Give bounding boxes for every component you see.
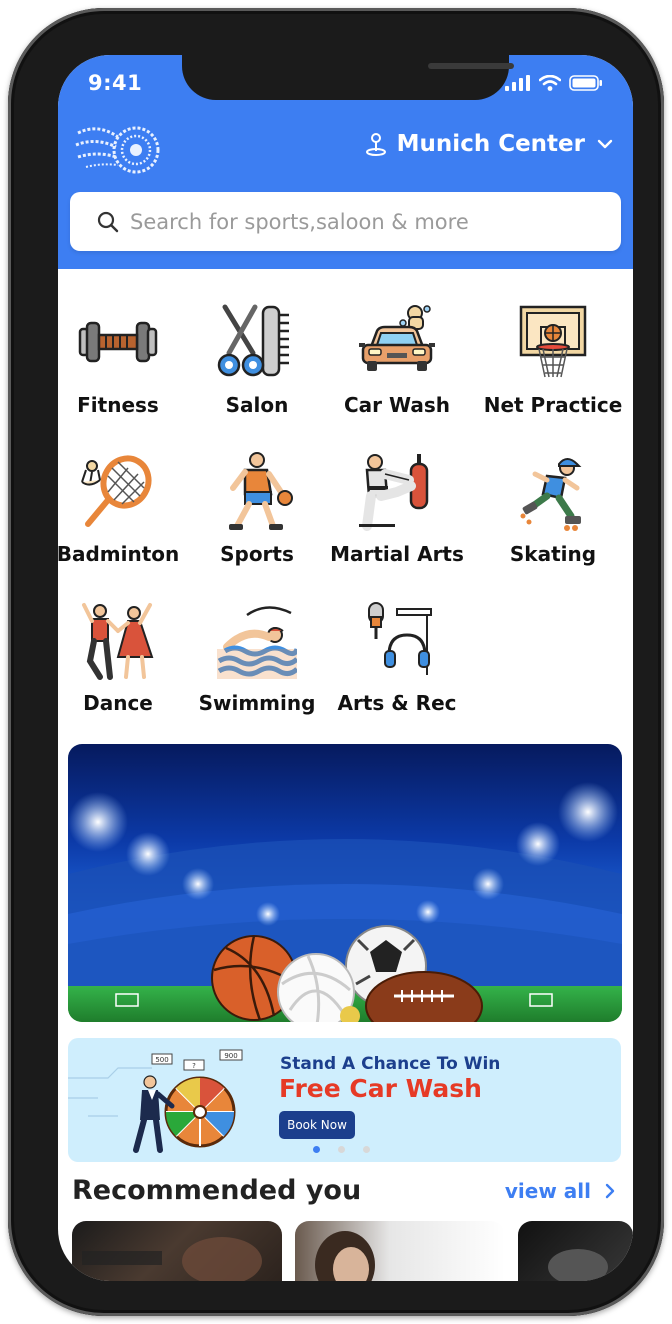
map-pin-icon bbox=[365, 133, 386, 156]
promo-headline: Stand A Chance To Win bbox=[280, 1054, 501, 1074]
dancers-icon bbox=[82, 603, 154, 680]
battery-icon bbox=[569, 75, 602, 91]
spin-wheel-illustration: 500 ? 900 bbox=[68, 1049, 243, 1153]
carousel-dot[interactable] bbox=[338, 1146, 345, 1153]
view-all-label: view all bbox=[504, 1179, 591, 1203]
category-label: Salon bbox=[225, 393, 289, 417]
phone-frame: 9:41 Munich Center Search for sports,sal… bbox=[8, 8, 664, 1316]
dumbbell-icon bbox=[78, 321, 158, 363]
location-label: Munich Center bbox=[396, 131, 585, 157]
category-label: Fitness bbox=[77, 393, 159, 417]
status-icons bbox=[505, 75, 603, 91]
badminton-racket-icon bbox=[81, 455, 152, 527]
signal-icon bbox=[505, 75, 530, 91]
stadium-sports-balls-image bbox=[68, 782, 622, 1022]
car-wash-icon bbox=[359, 305, 435, 371]
category-net-practice[interactable]: Net Practice bbox=[483, 303, 623, 417]
section-title: Recommended you bbox=[72, 1175, 362, 1206]
karate-kick-icon bbox=[359, 454, 429, 531]
category-label: Net Practice bbox=[483, 393, 623, 417]
category-skating[interactable]: Skating bbox=[483, 452, 623, 566]
carousel-dot[interactable] bbox=[363, 1146, 370, 1153]
scissors-comb-icon bbox=[217, 304, 289, 377]
category-label: Car Wash bbox=[344, 393, 450, 417]
category-martial-arts[interactable]: Martial Arts bbox=[327, 452, 467, 566]
wheel-tag-mystery: ? bbox=[192, 1062, 196, 1070]
search-bar[interactable]: Search for sports,saloon & more bbox=[70, 192, 621, 251]
category-sports[interactable]: Sports bbox=[187, 452, 327, 566]
status-time: 9:41 bbox=[88, 71, 143, 95]
gym-photo bbox=[82, 1237, 262, 1281]
chevron-down-icon bbox=[597, 139, 613, 149]
stadium-banner[interactable] bbox=[68, 744, 622, 1022]
search-icon bbox=[97, 211, 119, 232]
category-badminton[interactable]: Badminton bbox=[58, 452, 188, 566]
location-selector[interactable]: Munich Center bbox=[365, 131, 615, 157]
recommended-card[interactable] bbox=[72, 1221, 282, 1281]
wheel-tag-500: 500 bbox=[155, 1056, 168, 1064]
search-placeholder: Search for sports,saloon & more bbox=[130, 209, 469, 234]
category-dance[interactable]: Dance bbox=[58, 601, 188, 715]
chevron-right-icon bbox=[605, 1183, 615, 1199]
category-car-wash[interactable]: Car Wash bbox=[327, 303, 467, 417]
basketball-player-icon bbox=[229, 452, 293, 530]
app-header: 9:41 Munich Center Search for sports,sal… bbox=[58, 55, 633, 269]
category-label: Dance bbox=[83, 691, 153, 715]
view-all-link[interactable]: view all bbox=[505, 1179, 615, 1203]
swimmer-icon bbox=[217, 606, 300, 679]
app-screen: 9:41 Munich Center Search for sports,sal… bbox=[58, 55, 633, 1281]
device-notch bbox=[182, 55, 514, 100]
martial-arts-photo bbox=[548, 1249, 608, 1281]
promo-offer: Free Car Wash bbox=[279, 1074, 482, 1103]
roller-skater-icon bbox=[520, 458, 582, 531]
category-fitness[interactable]: Fitness bbox=[58, 303, 188, 417]
category-label: Arts & Rec bbox=[337, 691, 457, 715]
wifi-icon bbox=[539, 75, 561, 91]
category-label: Swimming bbox=[198, 691, 316, 715]
app-logo bbox=[75, 126, 160, 174]
category-label: Skating bbox=[509, 542, 597, 566]
recommended-card[interactable] bbox=[518, 1221, 633, 1281]
category-arts-rec[interactable]: Arts & Rec bbox=[327, 601, 467, 715]
recommended-card[interactable] bbox=[295, 1221, 505, 1281]
category-label: Sports bbox=[220, 542, 294, 566]
category-label: Badminton bbox=[58, 542, 180, 566]
category-label: Martial Arts bbox=[330, 542, 464, 566]
book-now-button[interactable]: Book Now bbox=[279, 1111, 355, 1139]
category-swimming[interactable]: Swimming bbox=[187, 601, 327, 715]
category-salon[interactable]: Salon bbox=[187, 303, 327, 417]
microphone-headphones-icon bbox=[368, 602, 432, 675]
salon-photo bbox=[315, 1231, 375, 1281]
speaker-grille bbox=[428, 63, 514, 69]
basketball-hoop-icon bbox=[519, 305, 587, 378]
carousel-dot-active[interactable] bbox=[313, 1146, 320, 1153]
wheel-tag-900: 900 bbox=[224, 1052, 237, 1060]
promo-banner[interactable]: 500 ? 900 Stand A Chance To Win Free Car… bbox=[68, 1038, 621, 1162]
carousel-indicator[interactable] bbox=[313, 1146, 370, 1153]
